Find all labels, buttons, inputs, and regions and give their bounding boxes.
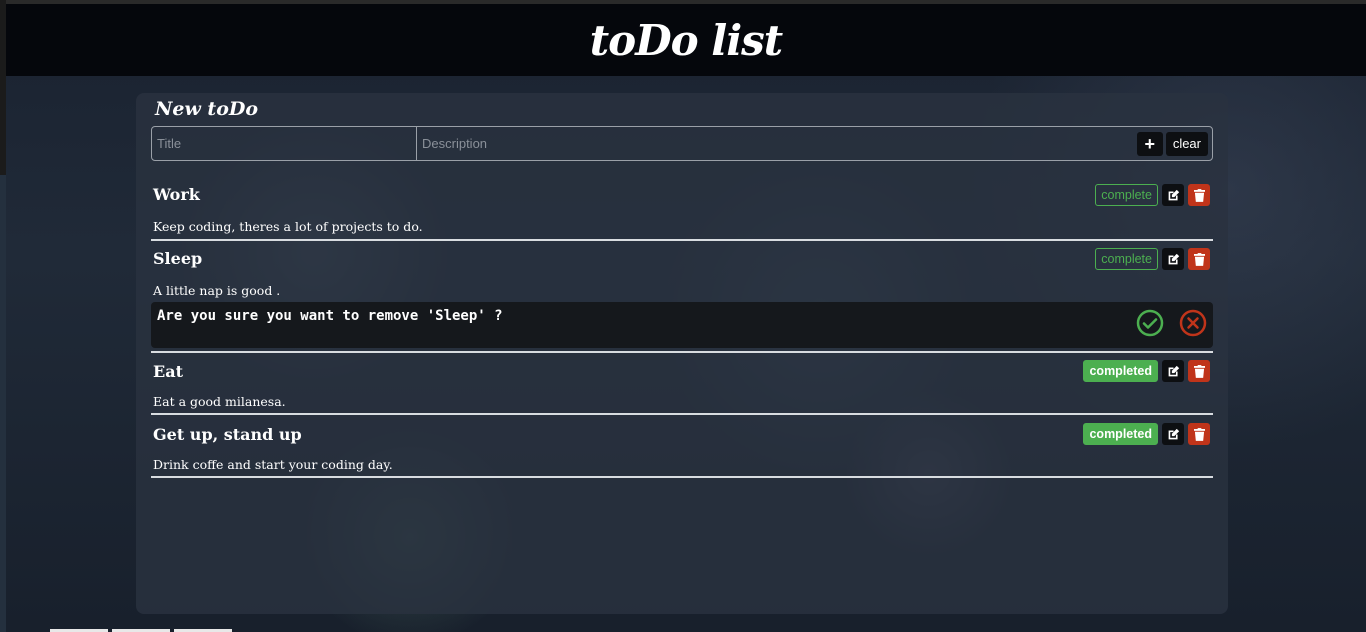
edit-icon: [1168, 189, 1179, 200]
todo-title: Get up, stand up: [153, 425, 302, 444]
todo-item-get-up: Get up, stand up completed Drink coffe a…: [151, 415, 1213, 478]
todo-actions: completed: [1083, 360, 1210, 382]
trash-icon: [1193, 364, 1205, 378]
new-todo-form: + clear: [151, 126, 1213, 161]
edit-button[interactable]: [1162, 184, 1184, 206]
complete-toggle[interactable]: complete: [1095, 248, 1158, 270]
new-todo-heading: New toDo: [155, 98, 259, 120]
todo-description: Drink coffe and start your coding day.: [153, 457, 393, 472]
trash-icon: [1193, 427, 1205, 441]
todo-item-work: Work complete Keep coding, theres a lot …: [151, 181, 1213, 241]
todo-title: Work: [153, 185, 200, 204]
trash-icon: [1193, 252, 1205, 266]
todo-actions: complete: [1095, 184, 1210, 206]
edit-button[interactable]: [1162, 423, 1184, 445]
todo-panel: New toDo + clear Work complete Keep codi…: [136, 93, 1228, 614]
todo-actions: completed: [1083, 423, 1210, 445]
edit-icon: [1168, 428, 1179, 439]
edit-icon: [1168, 365, 1179, 376]
x-circle-icon: [1179, 309, 1207, 337]
clear-button[interactable]: clear: [1165, 131, 1208, 156]
todo-actions: complete: [1095, 248, 1210, 270]
title-input[interactable]: [152, 127, 417, 160]
confirm-no-button[interactable]: [1179, 309, 1207, 337]
edit-icon: [1168, 253, 1179, 264]
left-edge-lower: [0, 175, 6, 632]
delete-confirmation: Are you sure you want to remove 'Sleep' …: [151, 302, 1213, 348]
complete-toggle[interactable]: complete: [1095, 184, 1158, 206]
edit-button[interactable]: [1162, 248, 1184, 270]
edit-button[interactable]: [1162, 360, 1184, 382]
check-circle-icon: [1136, 309, 1164, 337]
confirm-yes-button[interactable]: [1136, 309, 1164, 337]
delete-button[interactable]: [1188, 248, 1210, 270]
app-title: toDo list: [589, 15, 783, 65]
todo-description: A little nap is good .: [153, 283, 281, 298]
todo-description: Keep coding, theres a lot of projects to…: [153, 219, 423, 234]
todo-item-eat: Eat completed Eat a good milanesa.: [151, 353, 1213, 415]
todo-description: Eat a good milanesa.: [153, 394, 286, 409]
todo-title: Eat: [153, 362, 183, 381]
add-todo-button[interactable]: +: [1136, 131, 1163, 156]
complete-toggle[interactable]: completed: [1083, 360, 1158, 382]
delete-button[interactable]: [1188, 423, 1210, 445]
description-input[interactable]: [417, 127, 1137, 160]
delete-button[interactable]: [1188, 184, 1210, 206]
delete-button[interactable]: [1188, 360, 1210, 382]
trash-icon: [1193, 188, 1205, 202]
complete-toggle[interactable]: completed: [1083, 423, 1158, 445]
app-header: toDo list: [6, 4, 1366, 76]
todo-title: Sleep: [153, 249, 203, 268]
confirmation-message: Are you sure you want to remove 'Sleep' …: [157, 308, 503, 324]
